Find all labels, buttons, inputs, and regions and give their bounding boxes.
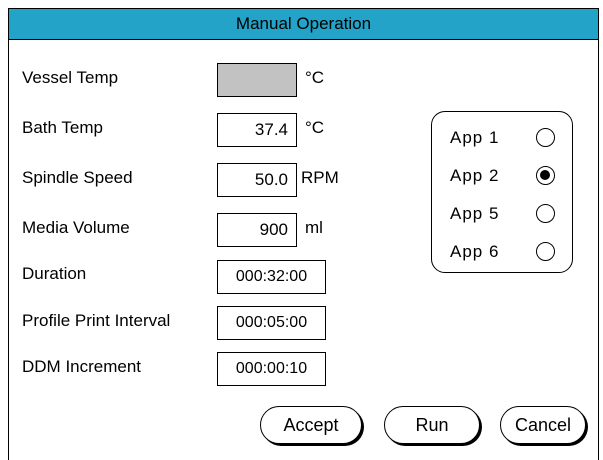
app-option-label: App 6 (450, 242, 500, 261)
cancel-button[interactable]: Cancel (500, 406, 586, 444)
vessel-temp-field[interactable] (217, 63, 297, 97)
ddm-increment-field[interactable]: 000:00:10 (217, 352, 326, 386)
media-volume-field[interactable]: 900 (217, 213, 297, 247)
window-title: Manual Operation (235, 14, 372, 33)
app-option-2[interactable]: App 2 (432, 164, 572, 190)
window-title-bar: Manual Operation (9, 9, 598, 40)
app-option-label: App 5 (450, 204, 500, 223)
bath-temp-label: Bath Temp (22, 118, 103, 137)
bath-temp-unit: °C (305, 118, 325, 137)
bath-temp-field[interactable]: 37.4 (217, 113, 297, 147)
app-option-6[interactable]: App 6 (432, 240, 572, 266)
app-option-label: App 1 (450, 128, 500, 147)
radio-button[interactable] (536, 242, 555, 261)
spindle-speed-label: Spindle Speed (22, 168, 133, 187)
accept-button[interactable]: Accept (260, 406, 362, 444)
profile-print-interval-field[interactable]: 000:05:00 (217, 306, 326, 340)
ddm-increment-label: DDM Increment (22, 357, 142, 376)
app-option-5[interactable]: App 5 (432, 202, 572, 228)
radio-button[interactable] (536, 128, 555, 147)
spindle-speed-unit: RPM (301, 168, 339, 187)
vessel-temp-label: Vessel Temp (22, 68, 119, 87)
media-volume-unit: ml (305, 218, 323, 237)
manual-operation-window: Manual Operation Vessel Temp °C Bath Tem… (8, 8, 599, 460)
media-volume-label: Media Volume (22, 218, 130, 237)
app-option-label: App 2 (450, 166, 500, 185)
profile-print-interval-label: Profile Print Interval (22, 311, 171, 330)
radio-button-selected[interactable] (536, 166, 555, 185)
radio-button[interactable] (536, 204, 555, 223)
duration-label: Duration (22, 264, 87, 283)
duration-field[interactable]: 000:32:00 (217, 260, 326, 294)
app-selection-group: App 1 App 2 App 5 App 6 (431, 111, 573, 273)
vessel-temp-unit: °C (305, 68, 325, 87)
app-option-1[interactable]: App 1 (432, 126, 572, 152)
spindle-speed-field[interactable]: 50.0 (217, 163, 297, 197)
run-button[interactable]: Run (384, 406, 480, 444)
